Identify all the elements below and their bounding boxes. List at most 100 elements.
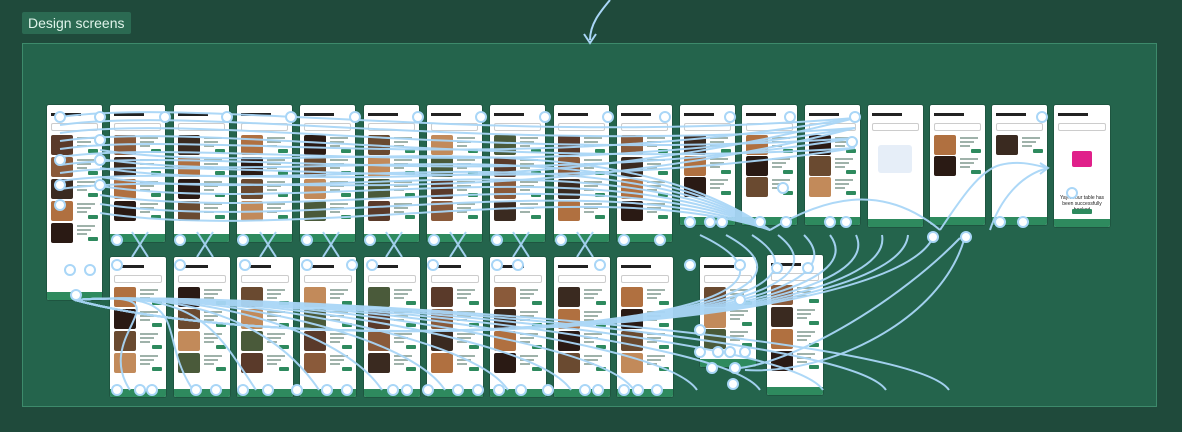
screen-frame[interactable] — [237, 105, 292, 242]
screen-frame[interactable] — [767, 255, 823, 395]
section-label[interactable]: Design screens — [22, 12, 131, 34]
screen-frame[interactable] — [427, 105, 482, 242]
text-line — [330, 319, 340, 321]
food-thumbnail — [558, 287, 580, 307]
bottom-nav — [1054, 219, 1110, 227]
screen-header — [996, 113, 1026, 116]
screen-frame[interactable] — [300, 105, 355, 242]
screen-frame[interactable] — [992, 105, 1047, 225]
book-button — [532, 301, 542, 305]
text-line — [267, 319, 277, 321]
book-button — [659, 323, 669, 327]
list-item — [51, 157, 98, 177]
screen-frame[interactable] — [554, 105, 609, 242]
screen-frame[interactable] — [700, 257, 756, 367]
text-line — [584, 159, 602, 161]
screen-frame[interactable] — [617, 257, 673, 397]
screen-frame[interactable] — [930, 105, 985, 225]
screen-frame[interactable] — [174, 257, 230, 397]
food-thumbnail — [114, 135, 136, 155]
screen-frame[interactable] — [364, 257, 420, 397]
text-line — [710, 187, 720, 189]
food-thumbnail — [114, 309, 136, 329]
text-line — [330, 137, 348, 139]
book-button — [342, 301, 352, 305]
book-button — [595, 149, 605, 153]
text-line — [520, 207, 534, 209]
text-line — [394, 337, 408, 339]
text-line — [204, 185, 218, 187]
screen-frame[interactable] — [237, 257, 293, 397]
screen-frame[interactable] — [174, 105, 229, 242]
list-item — [241, 201, 288, 221]
list-item — [558, 287, 606, 307]
text-line — [267, 141, 281, 143]
screen-frame[interactable] — [680, 105, 735, 225]
text-line — [394, 319, 404, 321]
text-line — [1022, 141, 1036, 143]
text-line — [394, 167, 404, 169]
book-button — [721, 191, 731, 195]
text-line — [204, 203, 222, 205]
screen-frame[interactable] — [110, 257, 166, 397]
book-button — [405, 215, 415, 219]
text-line — [330, 355, 348, 357]
text-line — [330, 181, 348, 183]
text-line — [1022, 137, 1040, 139]
text-line — [730, 289, 748, 291]
list-item — [51, 179, 98, 199]
screen-frame[interactable] — [110, 105, 165, 242]
text-line — [457, 137, 475, 139]
screen-frame[interactable] — [554, 257, 610, 397]
screen-frame[interactable] — [300, 257, 356, 397]
text-line — [330, 145, 340, 147]
text-line — [140, 137, 158, 139]
food-thumbnail — [241, 179, 263, 199]
screen-frame[interactable] — [427, 257, 483, 397]
screen-frame[interactable] — [364, 105, 419, 242]
list-item — [114, 135, 161, 155]
screen-frame[interactable] — [490, 105, 545, 242]
text-line — [647, 315, 661, 317]
food-thumbnail — [771, 351, 793, 371]
text-line — [520, 341, 530, 343]
food-thumbnail — [558, 179, 580, 199]
screen-frame[interactable] — [490, 257, 546, 397]
text-line — [772, 141, 786, 143]
screen-frame[interactable] — [742, 105, 797, 225]
text-line — [140, 315, 154, 317]
text-line — [394, 293, 408, 295]
screen-frame[interactable] — [47, 105, 102, 300]
food-thumbnail — [746, 135, 768, 155]
food-thumbnail — [368, 353, 390, 373]
text-line — [77, 181, 95, 183]
text-line — [330, 363, 340, 365]
list-item — [51, 201, 98, 221]
list-item — [431, 331, 479, 351]
screen-frame[interactable] — [617, 105, 672, 242]
food-thumbnail — [241, 157, 263, 177]
list-item — [178, 135, 225, 155]
list-item — [996, 135, 1043, 155]
text-line — [520, 203, 538, 205]
text-line — [584, 341, 594, 343]
screen-frame[interactable] — [868, 105, 923, 227]
text-line — [797, 313, 811, 315]
food-thumbnail — [241, 353, 263, 373]
food-thumbnail — [178, 309, 200, 329]
text-line — [140, 159, 158, 161]
text-line — [330, 203, 348, 205]
screen-frame[interactable]: Yay!! Your table has been successfully b… — [1054, 105, 1110, 227]
text-line — [140, 163, 154, 165]
food-thumbnail — [241, 331, 263, 351]
list-item — [241, 287, 289, 307]
text-line — [584, 311, 602, 313]
screen-frame[interactable] — [805, 105, 860, 225]
list-item — [114, 157, 161, 177]
text-line — [797, 287, 815, 289]
list-item — [494, 201, 541, 221]
food-thumbnail — [368, 179, 390, 199]
search-field — [114, 123, 161, 131]
text-line — [330, 211, 340, 213]
book-button — [278, 171, 288, 175]
